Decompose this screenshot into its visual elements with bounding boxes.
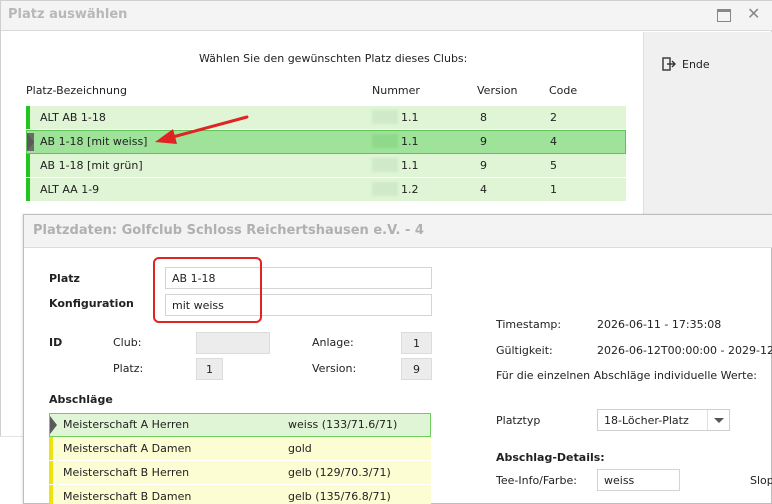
abschlag-details-label: Abschlag-Details: [496,451,605,464]
slope-label: Slop [750,474,772,487]
highlight-box [153,257,262,323]
title-bar[interactable]: Platz auswählen ✕ [1,1,772,31]
cell-name: ALT AA 1-9 [40,183,100,196]
ende-label: Ende [682,57,710,71]
tee-info-label: Tee-Info/Farbe: [496,474,577,487]
individual-values-text: Für die einzelnen Abschläge individuelle… [496,369,757,382]
row-pointer-icon [50,416,57,434]
row-marker [49,461,53,484]
abschlag-value: gelb (129/70.3/71) [288,466,391,479]
cell-nummer: 1.1 [401,135,419,148]
redacted-block [372,134,398,148]
close-icon[interactable]: ✕ [747,6,760,22]
maximize-icon[interactable] [717,9,731,22]
cell-version: 8 [480,111,487,124]
ende-button[interactable]: Ende [662,57,710,71]
row-marker [49,485,53,504]
cell-name: ALT AB 1-18 [40,111,106,124]
row-marker [49,437,53,460]
timestamp-value: 2026-06-11 - 17:35:08 [597,318,722,331]
redacted-block [372,182,398,196]
row-marker [26,178,30,201]
abschlag-value: gold [288,442,312,455]
cell-nummer: 1.1 [401,111,419,124]
cell-nummer: 1.2 [401,183,419,196]
window-title: Platz auswählen [8,7,128,22]
table-row[interactable]: ALT AA 1-9 1.2 4 1 [26,178,626,202]
annotation-arrow-icon [155,115,249,144]
cell-version: 9 [480,159,487,172]
cell-code: 4 [550,135,557,148]
prompt-text: Wählen Sie den gewünschten Platz dieses … [199,52,468,65]
abschlaege-list: Meisterschaft A Herren weiss (133/71.6/7… [49,413,431,504]
platz-list: ALT AB 1-18 1.1 8 2 AB 1-18 [mit weiss] … [26,106,626,202]
row-marker [26,106,30,129]
cell-code: 2 [550,111,557,124]
version-field: 9 [401,358,432,380]
cell-nummer: 1.1 [401,159,419,172]
abschlag-value: gelb (135/76.8/71) [288,490,391,503]
id-label: ID [49,336,63,349]
col-header-bezeichnung[interactable]: Platz-Bezeichnung [26,84,127,97]
platztyp-label: Platztyp [496,414,541,427]
background-panel [0,436,23,504]
cell-version: 9 [480,135,487,148]
window-title: Platzdaten: Golfclub Schloss Reichertsha… [33,223,424,238]
redacted-block [372,110,398,124]
abschlag-value: weiss (133/71.6/71) [288,418,398,431]
gueltigkeit-value: 2026-06-12T00:00:00 - 2029-12-31T [597,344,772,357]
title-bar[interactable]: Platzdaten: Golfclub Schloss Reichertsha… [24,215,772,248]
cell-code: 5 [550,159,557,172]
col-header-code[interactable]: Code [549,84,577,97]
table-row[interactable]: AB 1-18 [mit grün] 1.1 9 5 [26,154,626,178]
col-header-nummer[interactable]: Nummer [372,84,420,97]
timestamp-label: Timestamp: [496,318,562,331]
club-label: Club: [113,336,142,349]
cell-code: 1 [550,183,557,196]
version-label: Version: [312,362,357,375]
cell-name: AB 1-18 [mit grün] [40,159,143,172]
table-row-selected[interactable]: AB 1-18 [mit weiss] 1.1 9 4 [26,130,626,154]
col-header-version[interactable]: Version [477,84,517,97]
cell-name: AB 1-18 [mit weiss] [40,135,148,148]
exit-icon [662,57,676,71]
platztyp-select[interactable]: 18-Löcher-Platz [597,409,730,431]
table-row[interactable]: ALT AB 1-18 1.1 8 2 [26,106,626,130]
abschlag-name: Meisterschaft A Herren [63,418,190,431]
row-marker [26,154,30,177]
abschlaege-label: Abschläge [49,393,113,406]
tee-info-field[interactable]: weiss [597,469,680,491]
redacted-block [372,158,398,172]
list-item[interactable]: Meisterschaft B Damen gelb (135/76.8/71) [49,485,431,504]
platzdaten-window: Platzdaten: Golfclub Schloss Reichertsha… [23,214,772,504]
chevron-down-icon[interactable] [707,410,729,430]
abschlag-name: Meisterschaft A Damen [63,442,192,455]
anlage-label: Anlage: [312,336,354,349]
platz-label: Platz [49,272,80,285]
platz-nr-field: 1 [196,358,223,380]
list-item[interactable]: Meisterschaft B Herren gelb (129/70.3/71… [49,461,431,485]
club-field [196,332,270,354]
platz-nr-label: Platz: [113,362,144,375]
konfiguration-label: Konfiguration [49,297,134,310]
cell-version: 4 [480,183,487,196]
platztyp-value: 18-Löcher-Platz [604,414,689,427]
row-pointer-icon [27,133,34,151]
anlage-field: 1 [401,332,432,354]
list-item-selected[interactable]: Meisterschaft A Herren weiss (133/71.6/7… [49,413,431,437]
list-item[interactable]: Meisterschaft A Damen gold [49,437,431,461]
abschlag-name: Meisterschaft B Herren [63,466,190,479]
gueltigkeit-label: Gültigkeit: [496,344,553,357]
abschlag-name: Meisterschaft B Damen [63,490,192,503]
